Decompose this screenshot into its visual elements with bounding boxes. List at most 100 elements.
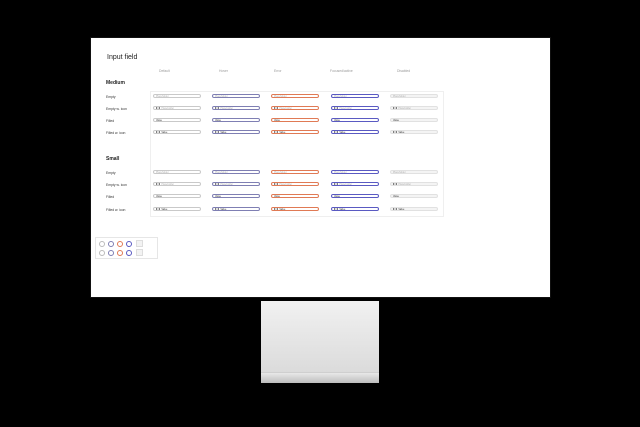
state-palette xyxy=(95,237,158,259)
input-text: Value xyxy=(220,130,227,134)
input-field-default[interactable]: Placeholder xyxy=(153,182,201,186)
search-icon xyxy=(334,107,339,109)
input-text: Value xyxy=(274,194,280,198)
input-text: Value xyxy=(393,194,399,198)
input-text: Value xyxy=(279,130,286,134)
search-icon xyxy=(156,183,161,185)
input-field-hover[interactable]: Value xyxy=(212,130,260,134)
input-field-error[interactable]: Value xyxy=(271,194,319,198)
palette-dot xyxy=(99,241,105,247)
input-field-disabled: Placeholder xyxy=(390,170,438,174)
search-icon xyxy=(215,107,220,109)
search-icon xyxy=(215,183,220,185)
input-field-focus[interactable]: Value xyxy=(331,130,379,134)
input-text: Value xyxy=(215,194,221,198)
search-icon xyxy=(393,107,398,109)
input-field-error[interactable]: Value xyxy=(271,130,319,134)
input-field-hover[interactable]: Value xyxy=(212,207,260,211)
input-field-disabled: Placeholder xyxy=(390,106,438,110)
input-text: Placeholder xyxy=(220,182,234,186)
input-text: Placeholder xyxy=(215,94,228,98)
section-small: Small xyxy=(106,156,120,162)
search-icon xyxy=(156,131,161,133)
column-header-disabled: Disabled xyxy=(397,69,411,73)
input-text: Value xyxy=(274,118,280,122)
input-field-hover[interactable]: Placeholder xyxy=(212,182,260,186)
row-label-filled-icon: Filled w. icon xyxy=(106,131,126,135)
input-text: Placeholder xyxy=(220,106,234,110)
column-header-focused: Focused/active xyxy=(330,69,353,73)
input-text: Placeholder xyxy=(393,170,406,174)
search-icon xyxy=(393,131,398,133)
input-field-error[interactable]: Value xyxy=(271,207,319,211)
search-icon xyxy=(393,208,398,210)
input-field-default[interactable]: Value xyxy=(153,194,201,198)
input-field-focus[interactable]: Placeholder xyxy=(331,170,379,174)
input-field-disabled: Placeholder xyxy=(390,94,438,98)
input-field-default[interactable]: Value xyxy=(153,207,201,211)
input-field-focus[interactable]: Value xyxy=(331,207,379,211)
input-field-hover[interactable]: Placeholder xyxy=(212,94,260,98)
input-text: Placeholder xyxy=(279,106,293,110)
palette-dot xyxy=(108,250,114,256)
row-label-empty-icon-small: Empty w. icon xyxy=(106,183,127,187)
palette-dot xyxy=(126,250,132,256)
input-field-error[interactable]: Placeholder xyxy=(271,94,319,98)
input-text: Placeholder xyxy=(339,182,353,186)
input-field-error[interactable]: Placeholder xyxy=(271,182,319,186)
row-label-empty-icon: Empty w. icon xyxy=(106,107,127,111)
input-text: Value xyxy=(398,207,405,211)
input-text: Value xyxy=(156,194,162,198)
column-header-hover: Hover xyxy=(219,69,229,73)
input-field-hover[interactable]: Placeholder xyxy=(212,106,260,110)
input-field-error[interactable]: Placeholder xyxy=(271,106,319,110)
input-field-default[interactable]: Placeholder xyxy=(153,106,201,110)
input-text: Value xyxy=(398,130,405,134)
monitor-stand-base xyxy=(261,372,379,383)
input-field-default[interactable]: Placeholder xyxy=(153,170,201,174)
input-text: Placeholder xyxy=(339,106,353,110)
row-label-empty-small: Empty xyxy=(106,171,116,175)
input-field-focus[interactable]: Value xyxy=(331,194,379,198)
input-field-focus[interactable]: Value xyxy=(331,118,379,122)
palette-dot xyxy=(117,241,123,247)
input-field-default[interactable]: Placeholder xyxy=(153,94,201,98)
input-text: Placeholder xyxy=(156,94,169,98)
search-icon xyxy=(156,107,161,109)
input-field-hover[interactable]: Placeholder xyxy=(212,170,260,174)
input-field-disabled: Value xyxy=(390,118,438,122)
input-field-hover[interactable]: Value xyxy=(212,118,260,122)
search-icon xyxy=(274,183,279,185)
input-field-default[interactable]: Value xyxy=(153,130,201,134)
row-label-filled: Filled xyxy=(106,119,115,123)
input-text: Placeholder xyxy=(215,170,228,174)
palette-square xyxy=(136,249,143,256)
palette-dot xyxy=(126,241,132,247)
monitor-stand xyxy=(261,301,379,382)
input-text: Placeholder xyxy=(274,170,287,174)
section-medium: Medium xyxy=(106,80,125,86)
input-text: Placeholder xyxy=(334,94,347,98)
input-field-focus[interactable]: Placeholder xyxy=(331,94,379,98)
input-field-hover[interactable]: Value xyxy=(212,194,260,198)
input-field-error[interactable]: Placeholder xyxy=(271,170,319,174)
input-text: Placeholder xyxy=(398,106,412,110)
input-text: Value xyxy=(156,118,162,122)
palette-dot xyxy=(99,250,105,256)
input-text: Value xyxy=(339,207,346,211)
input-field-focus[interactable]: Placeholder xyxy=(331,182,379,186)
search-icon xyxy=(274,107,279,109)
input-text: Value xyxy=(334,194,340,198)
search-icon xyxy=(334,183,339,185)
input-field-error[interactable]: Value xyxy=(271,118,319,122)
search-icon xyxy=(334,131,339,133)
monitor-screen: Input field Default Hover Error Focused/… xyxy=(91,38,550,297)
search-icon xyxy=(334,208,339,210)
input-text: Placeholder xyxy=(156,170,169,174)
input-text: Placeholder xyxy=(161,106,175,110)
input-text: Value xyxy=(161,130,168,134)
search-icon xyxy=(393,183,398,185)
input-field-default[interactable]: Value xyxy=(153,118,201,122)
input-field-focus[interactable]: Placeholder xyxy=(331,106,379,110)
search-icon xyxy=(215,208,220,210)
